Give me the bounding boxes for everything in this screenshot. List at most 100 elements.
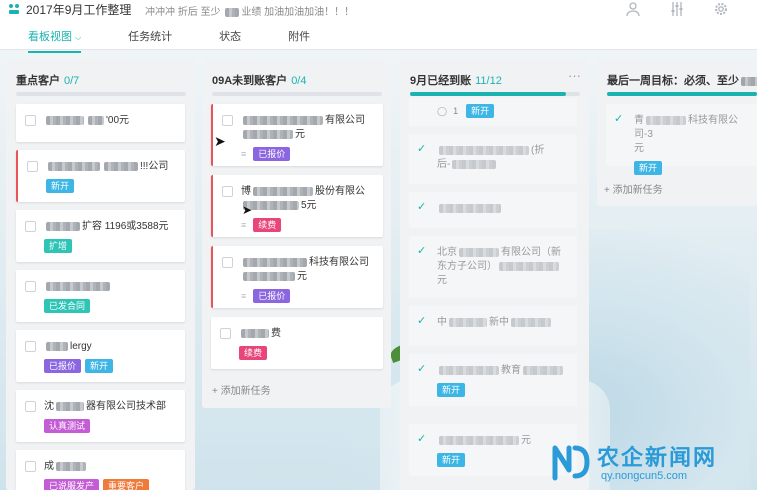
task-card-done[interactable]: ✓ 教育 新开 xyxy=(409,354,577,406)
tag-renew[interactable]: 续费 xyxy=(239,346,268,360)
check-icon[interactable]: ✓ xyxy=(417,143,429,155)
task-card-done[interactable]: ✓ xyxy=(409,192,577,228)
task-card-done[interactable]: ✓ 青科技有限公司-3 元 新开 xyxy=(606,104,757,175)
tag-new[interactable]: 新开 xyxy=(437,383,466,397)
column-header: 最后一周目标：必须、至少 xyxy=(597,58,757,92)
task-card[interactable]: 博 股份有限公 5元 ≡ 续费 xyxy=(211,175,383,237)
task-checkbox[interactable] xyxy=(220,328,231,339)
blurred-text xyxy=(46,341,68,351)
task-title xyxy=(437,202,567,216)
task-card[interactable]: 科技有限公司 元 ≡ 已报价 xyxy=(211,246,383,308)
column-title[interactable]: 09A未到账客户 xyxy=(212,75,287,87)
filter-icon[interactable] xyxy=(669,1,685,17)
task-title: !!!公司 xyxy=(46,160,175,174)
tab-task-stats[interactable]: 任务统计 xyxy=(128,28,172,53)
task-checkbox[interactable] xyxy=(25,221,36,232)
task-card[interactable]: lergy 已报价 新开 xyxy=(16,330,185,382)
project-description-text: 冲冲冲 折后 至少 xyxy=(145,7,224,18)
column-title[interactable]: 最后一周目标：必须、至少 xyxy=(607,75,739,87)
task-card-done[interactable]: ✓ (折 后- xyxy=(409,134,577,184)
task-card[interactable]: 已发合同 xyxy=(16,270,185,322)
task-title-line3: 元 xyxy=(437,274,567,288)
blurred-text xyxy=(439,203,501,213)
tag-new[interactable]: 新开 xyxy=(634,161,663,175)
tag-persuaded[interactable]: 已说服发产 xyxy=(44,479,100,490)
task-tags: 已说服发产 重要客户 xyxy=(44,479,175,490)
tag-contract-sent[interactable]: 已发合同 xyxy=(44,299,91,313)
task-card[interactable]: 沈 器有限公司技术部 认真测试 xyxy=(16,390,185,442)
task-checkbox[interactable] xyxy=(25,341,36,352)
task-card[interactable]: !!!公司 新开 xyxy=(16,150,185,202)
blurred-text xyxy=(88,115,104,125)
task-title: '00元 xyxy=(44,114,175,128)
task-checkbox[interactable] xyxy=(222,115,233,126)
check-icon[interactable]: ✓ xyxy=(417,315,429,327)
check-icon[interactable]: ✓ xyxy=(417,245,429,257)
progress-fill xyxy=(607,92,757,96)
tag-new[interactable]: 新开 xyxy=(85,359,114,373)
task-title: 青科技有限公司-3 xyxy=(634,114,756,142)
task-title-line2: 东方子公司） xyxy=(437,260,567,274)
watermark: 农企新闻网 qy.nongcun5.com xyxy=(551,440,751,486)
user-icon[interactable] xyxy=(625,1,641,17)
settings-icon[interactable] xyxy=(713,1,729,17)
check-icon[interactable]: ✓ xyxy=(417,433,429,445)
more-icon[interactable]: ··· xyxy=(568,68,581,83)
task-tags: 续费 xyxy=(239,346,373,360)
tab-board-view[interactable]: 看板视图 ⌵ xyxy=(28,28,82,53)
mouse-cursor-icon: ➤ xyxy=(214,133,226,149)
task-tags: 已报价 新开 xyxy=(44,359,175,373)
project-title[interactable]: 2017年9月工作整理 xyxy=(26,1,131,18)
task-title-line3-text: 元 xyxy=(437,275,447,286)
blurred-text xyxy=(511,317,551,327)
task-checkbox[interactable] xyxy=(25,281,36,292)
task-checkbox[interactable] xyxy=(27,161,38,172)
column-count: 0/7 xyxy=(64,75,80,87)
tag-quoted[interactable]: 已报价 xyxy=(253,147,291,161)
task-checkbox[interactable] xyxy=(25,401,36,412)
tag-quoted[interactable]: 已报价 xyxy=(44,359,82,373)
tag-important-customer[interactable]: 重要客户 xyxy=(103,479,150,490)
tag-testing[interactable]: 认真测试 xyxy=(44,419,91,433)
watermark-name: 农企新闻网 xyxy=(597,446,718,471)
task-checkbox[interactable] xyxy=(25,461,36,472)
column-title[interactable]: 重点客户 xyxy=(16,75,60,87)
task-card-done[interactable]: ◯ 1 新开 xyxy=(409,98,577,126)
task-card[interactable]: 费 续费 xyxy=(211,317,383,369)
watermark-logo xyxy=(552,445,590,481)
task-checkbox[interactable] xyxy=(25,115,36,126)
task-title-line2-text: 元 xyxy=(297,271,307,282)
tag-renew[interactable]: 续费 xyxy=(253,218,282,232)
task-card-done[interactable]: ✓ 北京 有限公司（新 东方子公司） 元 xyxy=(409,236,577,298)
tab-status[interactable]: 状态 xyxy=(219,28,241,53)
task-card[interactable]: 扩容 1196或3588元 扩增 xyxy=(16,210,185,262)
add-task-button[interactable]: + 添加新任务 xyxy=(604,181,663,196)
blurred-text xyxy=(439,435,519,445)
task-checkbox[interactable] xyxy=(222,186,233,197)
column-scrollbar[interactable] xyxy=(16,92,186,96)
tag-new[interactable]: 新开 xyxy=(46,179,75,193)
column-title[interactable]: 9月已经到账 xyxy=(410,75,471,87)
add-task-button[interactable]: + 添加新任务 xyxy=(212,382,271,397)
column-progress xyxy=(410,92,580,96)
check-icon[interactable]: ✓ xyxy=(417,363,429,375)
task-title-line2-text: 5元 xyxy=(301,200,317,211)
tag-expand[interactable]: 扩增 xyxy=(44,239,73,253)
check-icon[interactable]: ✓ xyxy=(614,113,626,125)
tag-new[interactable]: 新开 xyxy=(437,453,466,467)
tab-attachments[interactable]: 附件 xyxy=(288,28,310,53)
tag-quoted[interactable]: 已报价 xyxy=(253,289,291,303)
check-icon[interactable]: ✓ xyxy=(417,201,429,213)
task-title: lergy xyxy=(44,340,175,354)
task-card[interactable]: 有限公司 元 ≡ 已报价 xyxy=(211,104,383,166)
blurred-text xyxy=(46,115,84,125)
task-card[interactable]: '00元 xyxy=(16,104,185,142)
task-card-done[interactable]: ✓ 中 新中 xyxy=(409,306,577,346)
task-title-text: (折 xyxy=(531,145,545,156)
task-card[interactable]: 成 已说服发产 重要客户 xyxy=(16,450,185,490)
task-tags: 认真测试 xyxy=(44,419,175,433)
task-checkbox[interactable] xyxy=(222,257,233,268)
tag-new[interactable]: 新开 xyxy=(466,104,495,118)
column-scrollbar[interactable] xyxy=(212,92,382,96)
blurred-text xyxy=(439,145,529,155)
